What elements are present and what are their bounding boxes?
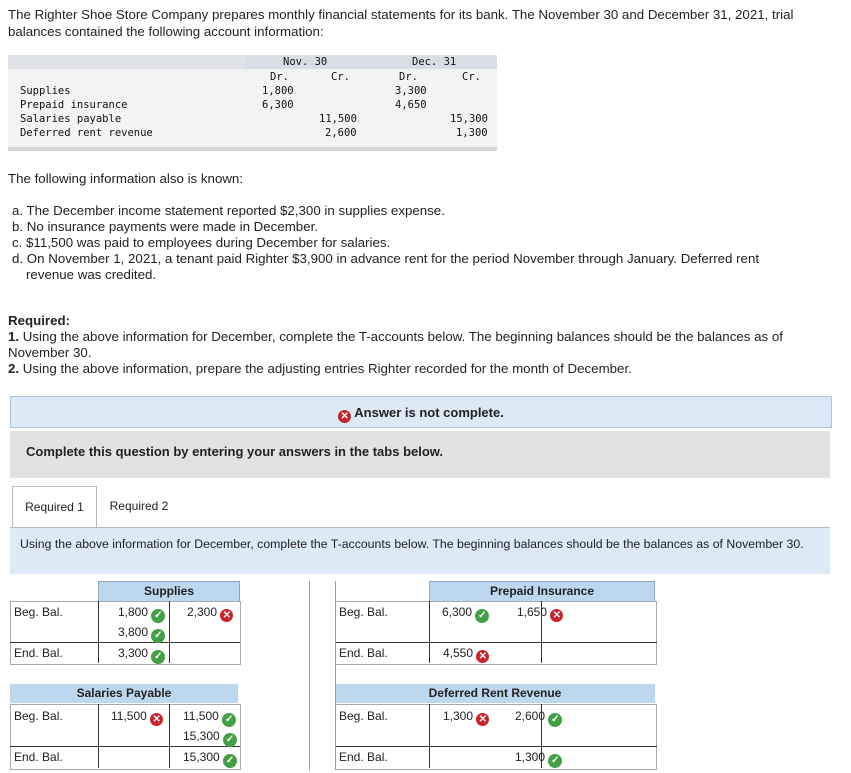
check-icon: ✓ [223,754,238,768]
t-account-title: Supplies [98,581,240,602]
debit-input[interactable]: 1,800 ✓ [118,602,166,623]
debit-input[interactable]: 1,300 ✕ [443,706,490,726]
col-cr: Cr. [462,71,481,83]
value: 6,300 [262,99,294,111]
col-dr: Dr. [270,71,289,83]
t-account-title: Prepaid Insurance [429,581,655,602]
beg-bal-label: Beg. Bal. [339,605,388,619]
col-dr: Dr. [399,71,418,83]
value: 15,300 [450,113,488,125]
beg-bal-label: Beg. Bal. [339,709,388,723]
required-title: Required: [8,313,71,328]
x-icon: ✕ [550,609,564,622]
tab-required-2[interactable]: Required 2 [98,486,180,527]
debit-input[interactable]: 3,800 ✓ [118,622,166,643]
nov-header: Nov. 30 [283,56,328,68]
value: 3,300 [395,85,427,97]
debit-input[interactable]: 11,500 ✕ [111,706,164,726]
end-balance-input[interactable]: 1,300 ✓ [515,747,563,768]
banner-text: Answer is not complete. [354,405,504,420]
check-icon: ✓ [548,713,563,727]
required-1: 1. Using the above information for Decem… [8,329,783,360]
complete-message: Complete this question by entering your … [26,444,444,459]
end-bal-label: End. Bal. [339,750,388,764]
instruction-text: Using the above information for December… [20,537,804,551]
check-icon: ✓ [475,609,490,623]
x-icon: ✕ [476,650,490,663]
end-balance-input[interactable]: 4,550 ✕ [443,643,490,663]
debit-input[interactable]: 6,300 ✓ [442,602,490,623]
account-name: Deferred rent revenue [20,127,153,139]
account-name: Prepaid insurance [20,99,128,111]
credit-input[interactable]: 15,300 ✓ [183,726,238,747]
value: 2,600 [325,127,357,139]
info-a: a. The December income statement reporte… [12,203,445,218]
t-account-prepaid-insurance: Prepaid Insurance Beg. Bal. 6,300 ✓ 1,65… [335,581,657,665]
end-bal-label: End. Bal. [14,646,63,660]
x-icon: ✕ [220,609,234,622]
info-d-cont: revenue was credited. [26,267,157,282]
tab-instruction: Using the above information for December… [10,528,830,574]
answer-status-banner: ✕ Answer is not complete. [10,396,832,428]
value: 1,800 [262,85,294,97]
x-icon: ✕ [150,713,164,726]
intro-text: The Righter Shoe Store Company prepares … [8,7,794,39]
credit-input[interactable]: 2,300 ✕ [187,602,234,622]
check-icon: ✓ [151,609,166,623]
account-name: Supplies [20,85,71,97]
credit-input[interactable]: 1,650 ✕ [517,602,564,622]
check-icon: ✓ [151,650,166,664]
required-2: 2. Using the above information, prepare … [8,361,632,376]
column-separator [309,581,336,770]
info-d: d. On November 1, 2021, a tenant paid Ri… [12,251,760,266]
t-account-salaries-payable: Salaries Payable Beg. Bal. 11,500 ✕ 11,5… [10,684,241,770]
beg-bal-label: Beg. Bal. [14,605,63,619]
t-account-supplies: Supplies Beg. Bal. 1,800 ✓ 3,800 ✓ 2,300… [10,581,241,665]
check-icon: ✓ [223,733,238,747]
instruction-panel: Complete this question by entering your … [10,431,830,478]
value: 4,650 [395,99,427,111]
value: 11,500 [319,113,357,125]
check-icon: ✓ [548,754,563,768]
check-icon: ✓ [222,713,237,727]
x-circle-icon: ✕ [338,410,352,423]
trial-balance-table: Nov. 30 Dec. 31 Dr. Cr. Dr. Cr. Supplies… [8,55,497,151]
value: 1,300 [456,127,488,139]
end-balance-input[interactable]: 3,300 ✓ [118,643,166,664]
credit-input[interactable]: 2,600 ✓ [515,706,563,727]
end-bal-label: End. Bal. [339,646,388,660]
tab-required-1[interactable]: Required 1 [12,486,97,528]
known-intro: The following information also is known: [8,171,244,186]
end-balance-input[interactable]: 15,300 ✓ [183,747,238,768]
info-b: b. No insurance payments were made in De… [12,219,318,234]
beg-bal-label: Beg. Bal. [14,709,63,723]
t-account-title: Salaries Payable [10,684,238,703]
account-name: Salaries payable [20,113,122,125]
check-icon: ✓ [151,629,166,643]
dec-header: Dec. 31 [412,56,457,68]
t-account-deferred-rent-revenue: Deferred Rent Revenue Beg. Bal. 1,300 ✕ … [335,684,657,770]
info-c: c. $11,500 was paid to employees during … [12,235,391,250]
t-account-title: Deferred Rent Revenue [335,684,655,703]
x-icon: ✕ [476,713,490,726]
col-cr: Cr. [331,71,350,83]
end-bal-label: End. Bal. [14,750,63,764]
credit-input[interactable]: 11,500 ✓ [183,706,237,727]
